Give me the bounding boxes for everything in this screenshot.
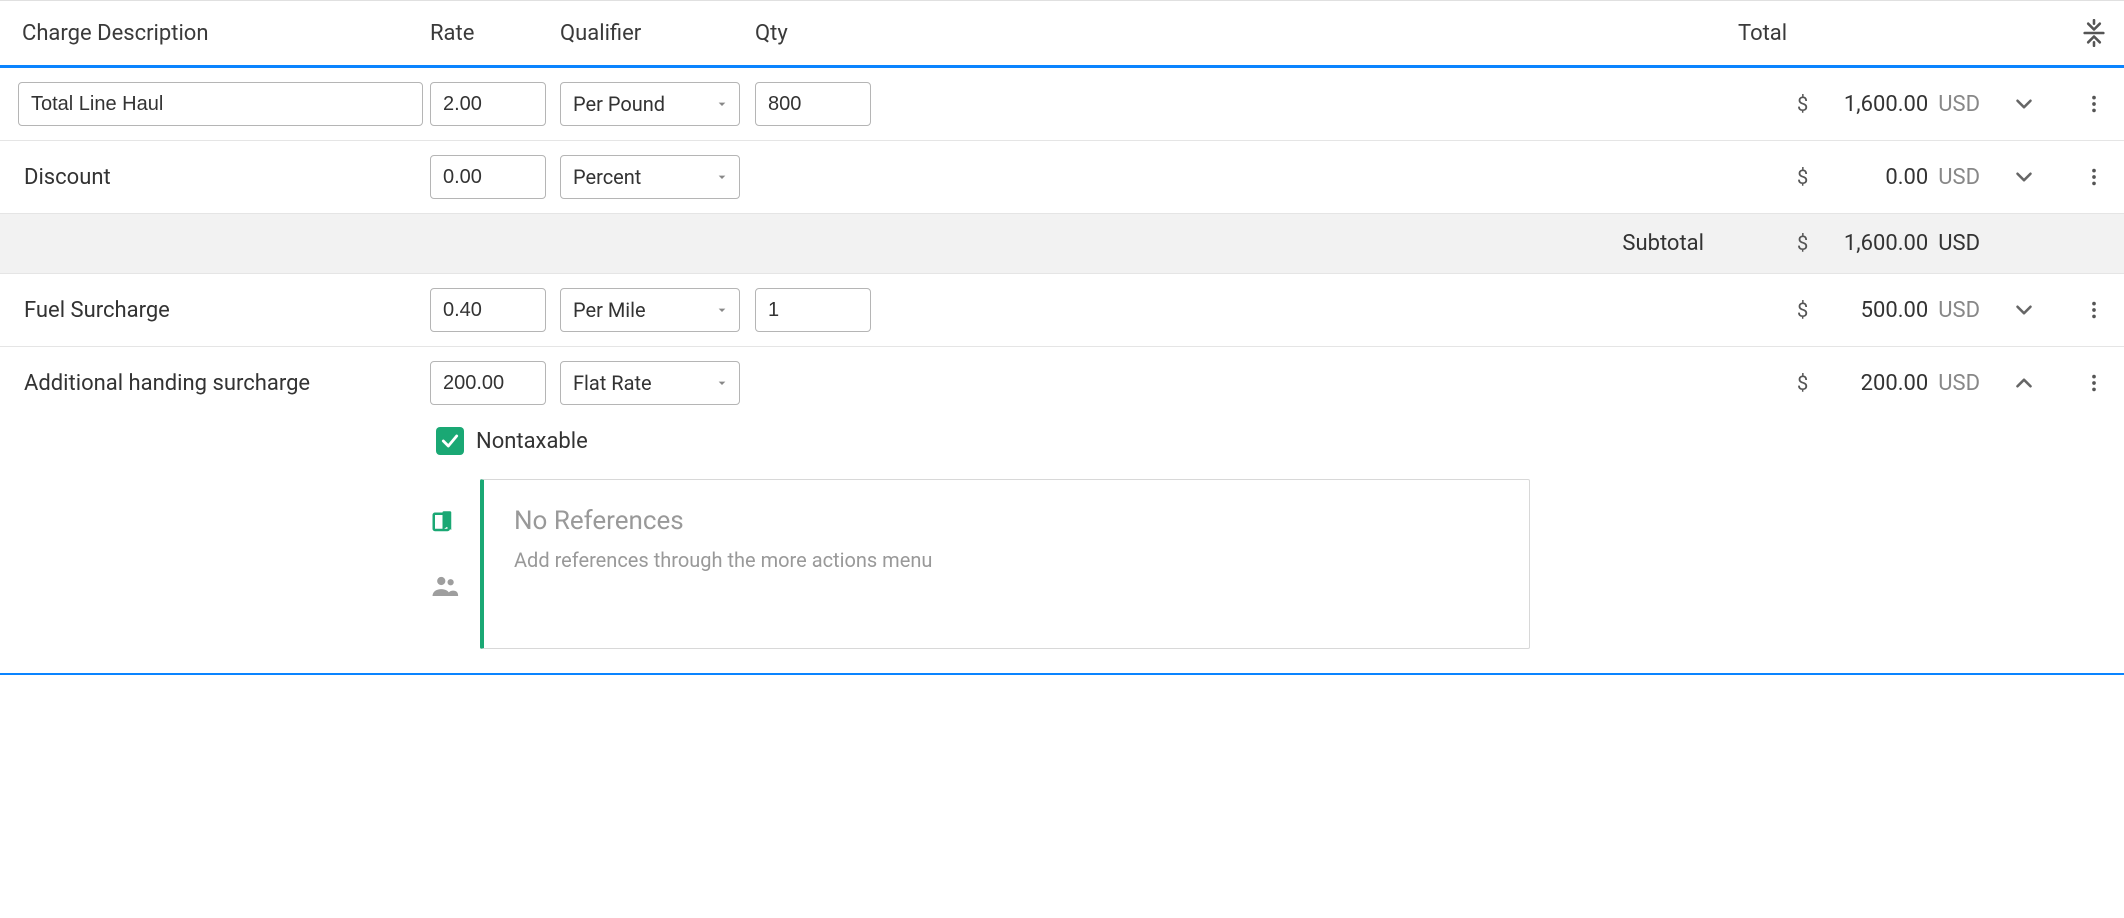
amount-value: 0.00 (1818, 165, 1928, 190)
table-row: Discount Percent $ 0.00 USD (0, 141, 2124, 214)
qualifier-select[interactable]: Per Mile (560, 288, 740, 332)
row-total: $ 0.00 USD (1734, 165, 1984, 190)
charge-description-input[interactable] (18, 82, 423, 126)
header-rate: Rate (430, 21, 560, 46)
collapse-all-icon[interactable] (2080, 19, 2108, 47)
subtotal-total: $ 1,600.00 USD (1734, 231, 1984, 256)
qualifier-value: Flat Rate (573, 371, 652, 395)
qualifier-select[interactable]: Per Pound (560, 82, 740, 126)
currency-code: USD (1938, 371, 1980, 396)
people-tab-icon[interactable] (430, 571, 460, 601)
amount-value: 200.00 (1818, 371, 1928, 396)
rate-input[interactable] (430, 288, 546, 332)
header-qty: Qty (755, 21, 965, 46)
header-total: Total (1734, 21, 1984, 46)
currency-code: USD (1938, 298, 1980, 323)
qualifier-select[interactable]: Percent (560, 155, 740, 199)
table-row: Per Pound $ 1,600.00 USD (0, 68, 2124, 141)
table-header-row: Charge Description Rate Qualifier Qty To… (0, 1, 2124, 68)
currency-symbol: $ (1797, 92, 1808, 116)
table-row: Fuel Surcharge Per Mile $ 500.00 USD (0, 274, 2124, 347)
currency-symbol: $ (1797, 231, 1808, 255)
currency-symbol: $ (1797, 371, 1808, 395)
currency-symbol: $ (1797, 165, 1808, 189)
currency-code: USD (1938, 165, 1980, 190)
charge-description-label: Discount (18, 165, 111, 190)
header-qualifier: Qualifier (560, 21, 755, 46)
qty-input[interactable] (755, 82, 871, 126)
rate-input[interactable] (430, 361, 546, 405)
charge-description-label: Fuel Surcharge (18, 298, 170, 323)
row-detail-panel: Nontaxable (0, 419, 2124, 673)
row-total: $ 1,600.00 USD (1734, 92, 1984, 117)
more-actions-icon[interactable] (2083, 166, 2105, 188)
qualifier-value: Percent (573, 165, 641, 189)
currency-code: USD (1938, 231, 1980, 256)
amount-value: 1,600.00 (1818, 231, 1928, 256)
collapse-row-icon[interactable] (2011, 370, 2037, 396)
charges-table: Charge Description Rate Qualifier Qty To… (0, 0, 2124, 675)
qualifier-value: Per Mile (573, 298, 646, 322)
references-empty-title: No References (514, 506, 1499, 536)
row-total: $ 200.00 USD (1734, 371, 1984, 396)
currency-symbol: $ (1797, 298, 1808, 322)
more-actions-icon[interactable] (2083, 372, 2105, 394)
rate-input[interactable] (430, 82, 546, 126)
amount-value: 1,600.00 (1818, 92, 1928, 117)
expand-row-icon[interactable] (2011, 91, 2037, 117)
expand-row-icon[interactable] (2011, 164, 2037, 190)
more-actions-icon[interactable] (2083, 299, 2105, 321)
more-actions-icon[interactable] (2083, 93, 2105, 115)
amount-value: 500.00 (1818, 298, 1928, 323)
references-tab-icon[interactable] (430, 505, 460, 535)
header-charge-description: Charge Description (0, 21, 430, 46)
table-row: Additional handing surcharge Flat Rate $… (0, 347, 2124, 419)
qualifier-value: Per Pound (573, 92, 665, 116)
qty-input[interactable] (755, 288, 871, 332)
row-total: $ 500.00 USD (1734, 298, 1984, 323)
currency-code: USD (1938, 92, 1980, 117)
references-panel: No References Add references through the… (480, 479, 1530, 649)
subtotal-label: Subtotal (965, 231, 1734, 256)
rate-input[interactable] (430, 155, 546, 199)
charge-description-label: Additional handing surcharge (18, 371, 310, 396)
subtotal-row: Subtotal $ 1,600.00 USD (0, 214, 2124, 274)
nontaxable-label: Nontaxable (476, 429, 588, 454)
nontaxable-checkbox[interactable] (436, 427, 464, 455)
expand-row-icon[interactable] (2011, 297, 2037, 323)
references-empty-subtitle: Add references through the more actions … (514, 548, 1499, 572)
qualifier-select[interactable]: Flat Rate (560, 361, 740, 405)
